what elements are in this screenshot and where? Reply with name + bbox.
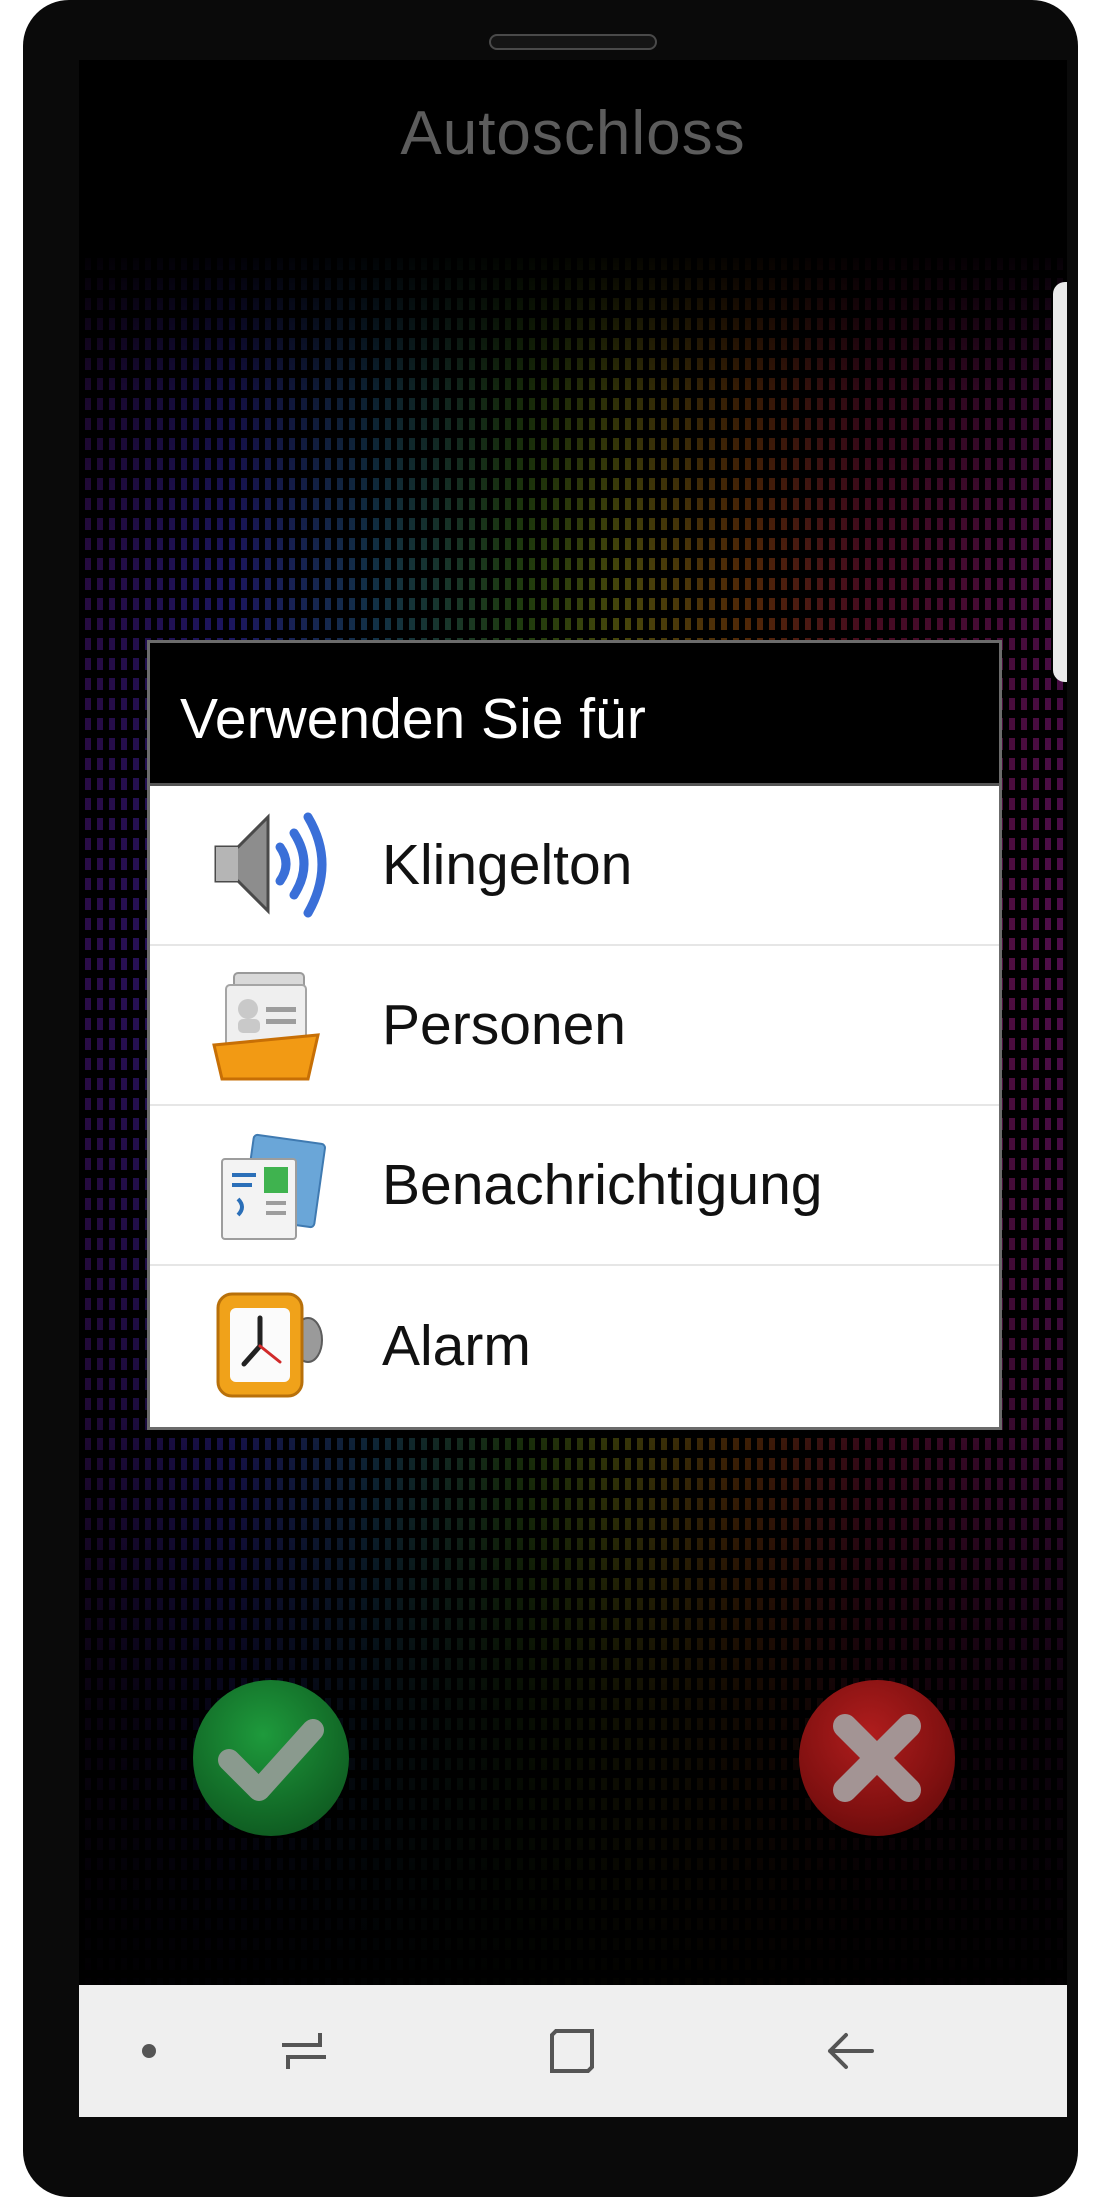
confirm-button[interactable] — [193, 1680, 349, 1836]
speaker-icon — [214, 812, 327, 918]
home-button[interactable] — [527, 1985, 617, 2117]
back-icon — [828, 2033, 874, 2069]
home-icon — [550, 2029, 594, 2073]
bottom-bezel — [23, 2117, 1078, 2197]
cancel-button[interactable] — [799, 1680, 955, 1836]
contacts-folder-icon — [212, 972, 320, 1081]
earpiece-speaker — [489, 34, 657, 50]
dot-icon — [142, 2044, 156, 2058]
edge-panel-handle[interactable] — [1053, 282, 1067, 682]
screen: Autoschloss Verwenden Sie für Klingelton — [79, 60, 1067, 2117]
recent-apps-button[interactable] — [259, 1985, 349, 2117]
option-notification[interactable]: Benachrichtigung — [150, 1106, 999, 1266]
option-ringtone[interactable]: Klingelton — [150, 786, 999, 946]
app-title: Autoschloss — [400, 99, 746, 168]
checkmark-icon — [218, 1719, 324, 1801]
close-icon — [833, 1714, 921, 1802]
notification-icon — [221, 1133, 326, 1240]
nav-dot[interactable] — [119, 1985, 179, 2117]
option-label: Alarm — [382, 1314, 531, 1378]
option-label: Benachrichtigung — [382, 1153, 823, 1217]
option-label: Klingelton — [382, 833, 633, 897]
dialog-title: Verwenden Sie für — [150, 643, 999, 786]
option-contacts[interactable]: Personen — [150, 946, 999, 1106]
phone-frame: Autoschloss Verwenden Sie für Klingelton — [23, 0, 1078, 2197]
alarm-clock-icon — [216, 1292, 323, 1398]
navigation-bar — [79, 1985, 1067, 2117]
option-alarm[interactable]: Alarm — [150, 1266, 999, 1426]
use-for-dialog: Verwenden Sie für Klingelton Personen Be… — [147, 640, 1002, 1430]
back-button[interactable] — [805, 1985, 895, 2117]
option-label: Personen — [382, 993, 627, 1057]
recent-apps-icon — [282, 2033, 326, 2069]
